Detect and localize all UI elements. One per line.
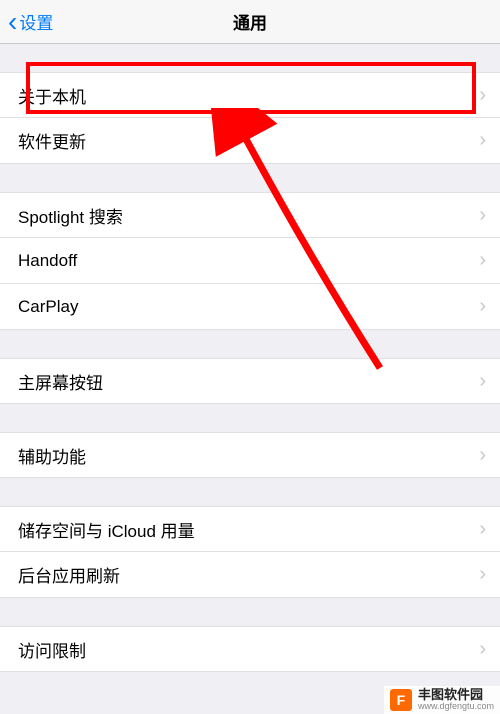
row-software-update[interactable]: 软件更新 › <box>0 118 500 164</box>
row-label: 储存空间与 iCloud 用量 <box>18 517 195 542</box>
chevron-right-icon: › <box>479 370 486 393</box>
chevron-right-icon: › <box>479 638 486 661</box>
row-label: 后台应用刷新 <box>18 562 120 587</box>
chevron-left-icon: ‹ <box>8 8 17 36</box>
row-home-button[interactable]: 主屏幕按钮 › <box>0 358 500 404</box>
watermark-url: www.dgfengtu.com <box>418 702 494 712</box>
watermark-title: 丰图软件园 <box>418 688 494 702</box>
row-label: 访问限制 <box>18 637 86 662</box>
row-label: Spotlight 搜索 <box>18 203 123 228</box>
chevron-right-icon: › <box>479 129 486 152</box>
settings-group: 储存空间与 iCloud 用量 › 后台应用刷新 › <box>0 506 500 598</box>
watermark-text: 丰图软件园 www.dgfengtu.com <box>418 688 494 712</box>
row-label: CarPlay <box>18 297 78 317</box>
row-spotlight[interactable]: Spotlight 搜索 › <box>0 192 500 238</box>
row-storage[interactable]: 储存空间与 iCloud 用量 › <box>0 506 500 552</box>
settings-group: 访问限制 › <box>0 626 500 672</box>
row-handoff[interactable]: Handoff › <box>0 238 500 284</box>
back-button[interactable]: ‹ 设置 <box>0 8 53 36</box>
settings-group: Spotlight 搜索 › Handoff › CarPlay › <box>0 192 500 330</box>
content-area: 关于本机 › 软件更新 › Spotlight 搜索 › Handoff › C… <box>0 72 500 672</box>
watermark: F 丰图软件园 www.dgfengtu.com <box>384 686 500 714</box>
chevron-right-icon: › <box>479 84 486 107</box>
row-accessibility[interactable]: 辅助功能 › <box>0 432 500 478</box>
row-label: 软件更新 <box>18 128 86 153</box>
row-carplay[interactable]: CarPlay › <box>0 284 500 330</box>
page-title: 通用 <box>233 9 267 34</box>
row-label: Handoff <box>18 251 77 271</box>
settings-group: 辅助功能 › <box>0 432 500 478</box>
row-label: 主屏幕按钮 <box>18 369 103 394</box>
row-label: 辅助功能 <box>18 443 86 468</box>
nav-header: ‹ 设置 通用 <box>0 0 500 44</box>
settings-group: 主屏幕按钮 › <box>0 358 500 404</box>
chevron-right-icon: › <box>479 518 486 541</box>
chevron-right-icon: › <box>479 295 486 318</box>
row-about[interactable]: 关于本机 › <box>0 72 500 118</box>
chevron-right-icon: › <box>479 249 486 272</box>
settings-group: 关于本机 › 软件更新 › <box>0 72 500 164</box>
watermark-logo-icon: F <box>390 689 412 711</box>
chevron-right-icon: › <box>479 444 486 467</box>
row-label: 关于本机 <box>18 83 86 108</box>
row-restrictions[interactable]: 访问限制 › <box>0 626 500 672</box>
back-label: 设置 <box>19 9 53 34</box>
row-background-refresh[interactable]: 后台应用刷新 › <box>0 552 500 598</box>
chevron-right-icon: › <box>479 563 486 586</box>
chevron-right-icon: › <box>479 204 486 227</box>
